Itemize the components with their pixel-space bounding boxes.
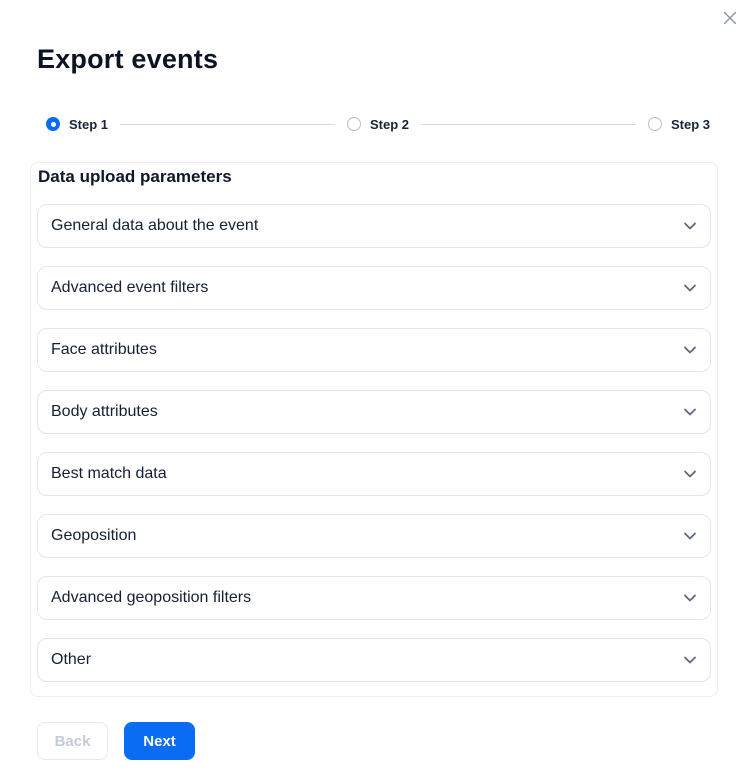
accordion-other[interactable]: Other	[37, 638, 711, 682]
accordion-geoposition[interactable]: Geoposition	[37, 514, 711, 558]
accordion-label: Body attributes	[51, 403, 158, 420]
accordion-label: Face attributes	[51, 341, 157, 358]
accordion-label: Geoposition	[51, 527, 137, 544]
accordion-advanced-geoposition-filters[interactable]: Advanced geoposition filters	[37, 576, 711, 620]
step-1-radio-icon	[46, 117, 60, 131]
accordion-body-attributes[interactable]: Body attributes	[37, 390, 711, 434]
step-2-label: Step 2	[370, 116, 410, 132]
accordion-advanced-event-filters[interactable]: Advanced event filters	[37, 266, 711, 310]
accordion-label: Best match data	[51, 465, 167, 482]
page-title: Export events	[37, 44, 219, 74]
back-button[interactable]: Back	[37, 722, 108, 760]
accordion-best-match-data[interactable]: Best match data	[37, 452, 711, 496]
chevron-down-icon	[682, 218, 698, 234]
panel-heading: Data upload parameters	[38, 167, 232, 186]
stepper-connector	[421, 123, 636, 125]
export-events-modal: Export events Step 1 Step 2 Step 3 Data …	[0, 0, 746, 773]
data-upload-parameters-panel: Data upload parameters General data abou…	[30, 162, 718, 697]
step-1[interactable]: Step 1	[46, 117, 108, 132]
step-1-label: Step 1	[69, 116, 109, 132]
step-3-radio-icon	[648, 117, 662, 131]
accordion-label: Advanced geoposition filters	[51, 589, 252, 606]
chevron-down-icon	[682, 342, 698, 358]
chevron-down-icon	[682, 404, 698, 420]
chevron-down-icon	[682, 652, 698, 668]
chevron-down-icon	[682, 528, 698, 544]
close-button[interactable]	[714, 2, 746, 34]
step-2[interactable]: Step 2	[347, 117, 409, 132]
chevron-down-icon	[682, 466, 698, 482]
step-3[interactable]: Step 3	[648, 117, 710, 132]
chevron-down-icon	[682, 590, 698, 606]
next-button[interactable]: Next	[124, 722, 195, 760]
accordion-face-attributes[interactable]: Face attributes	[37, 328, 711, 372]
close-icon	[722, 10, 738, 26]
step-3-label: Step 3	[671, 116, 711, 132]
step-2-radio-icon	[347, 117, 361, 131]
accordion-label: Other	[51, 651, 92, 668]
stepper-connector	[120, 123, 335, 125]
accordion-label: General data about the event	[51, 217, 259, 234]
stepper: Step 1 Step 2 Step 3	[46, 114, 710, 134]
accordion-general-data[interactable]: General data about the event	[37, 204, 711, 248]
chevron-down-icon	[682, 280, 698, 296]
accordion-label: Advanced event filters	[51, 279, 209, 296]
footer-actions: Back Next	[37, 722, 195, 760]
